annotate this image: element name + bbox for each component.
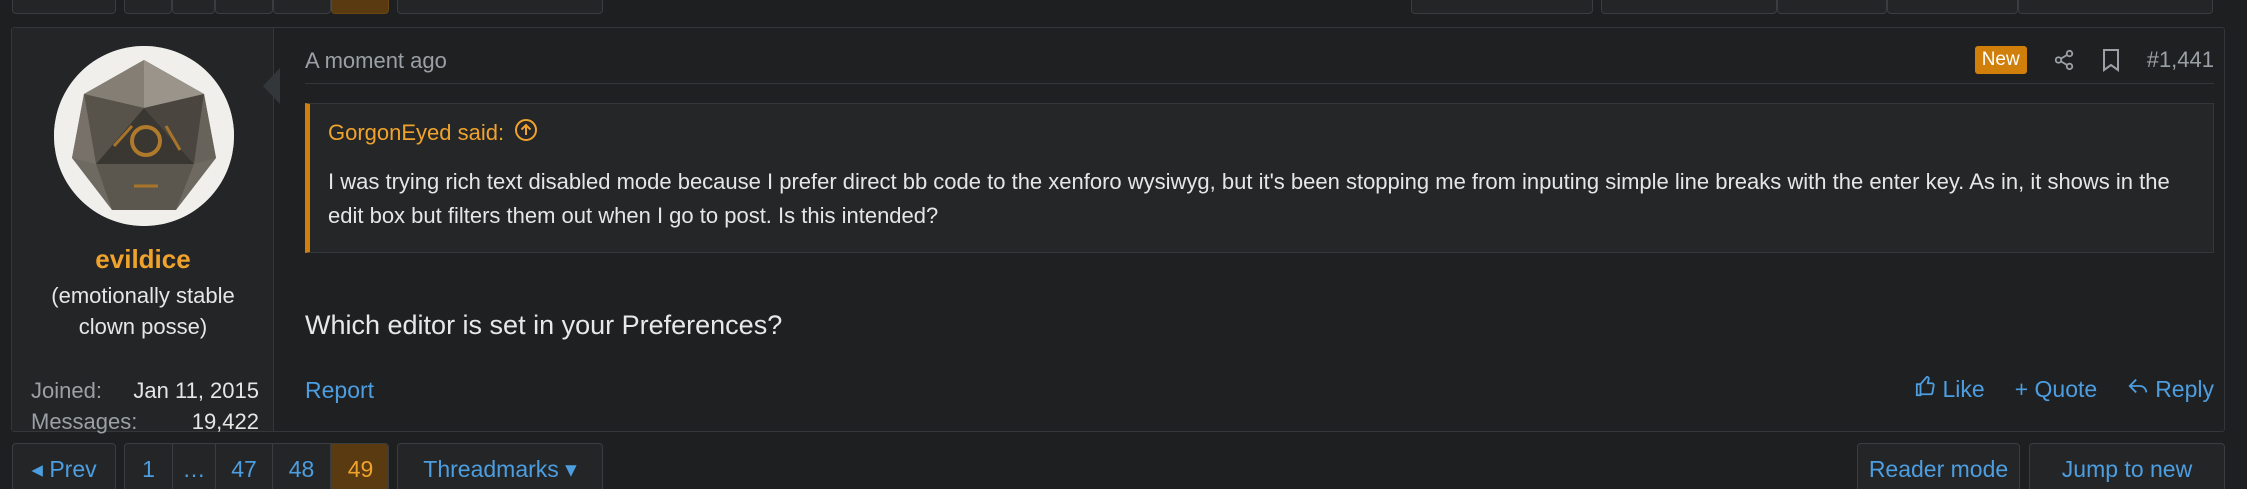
- top-toolbar-button-3[interactable]: [1777, 0, 1887, 14]
- report-link[interactable]: Report: [305, 377, 374, 404]
- top-threadmarks-button[interactable]: [397, 0, 603, 14]
- page-48[interactable]: 48: [273, 444, 330, 489]
- post-user-cell: evildice (emotionally stable clown posse…: [12, 28, 274, 434]
- page-47[interactable]: 47: [216, 444, 272, 489]
- top-toolbar-button-1[interactable]: [1411, 0, 1593, 14]
- top-prev-button[interactable]: [12, 0, 116, 14]
- quote-author[interactable]: GorgonEyed said:: [328, 120, 504, 146]
- top-pagenav-cropped: [0, 0, 2247, 16]
- messages-label: Messages:: [31, 409, 138, 434]
- post-header: A moment ago New #1,441: [305, 42, 2214, 84]
- prev-button[interactable]: ◂ Prev: [12, 443, 116, 489]
- bookmark-icon[interactable]: [2101, 48, 2121, 72]
- joined-label: Joined:: [31, 378, 102, 403]
- top-page-49[interactable]: [331, 0, 389, 14]
- top-page-47[interactable]: [215, 0, 273, 14]
- threadmarks-button[interactable]: Threadmarks ▾: [397, 443, 603, 489]
- caret-down-icon: ▾: [558, 456, 577, 482]
- jump-to-new-button[interactable]: Jump to new: [2029, 443, 2225, 489]
- post-date[interactable]: A moment ago: [305, 48, 447, 74]
- new-badge: New: [1974, 46, 2027, 74]
- messages-row: Messages: 19,422: [31, 409, 259, 435]
- like-label: Like: [1942, 375, 1985, 402]
- like-button[interactable]: Like: [1915, 375, 1985, 403]
- messages-value: 19,422: [191, 409, 259, 434]
- username[interactable]: evildice: [12, 244, 274, 275]
- post-message: Which editor is set in your Preferences?: [305, 310, 783, 340]
- quote-label: + Quote: [2014, 375, 2098, 402]
- post-header-actions: New #1,441: [1974, 42, 2214, 78]
- prev-button-content: ◂ Prev: [13, 444, 115, 489]
- caret-left-icon: ◂: [31, 456, 50, 482]
- page-1[interactable]: 1: [125, 444, 172, 489]
- share-icon[interactable]: [2053, 49, 2075, 71]
- thumbs-up-icon: [1915, 375, 1937, 403]
- top-toolbar-button-2[interactable]: [1601, 0, 1777, 14]
- page-49-current[interactable]: 49: [331, 444, 388, 489]
- reply-button[interactable]: Reply: [2127, 375, 2214, 403]
- d20-dice-avatar-image: [54, 46, 234, 226]
- top-page-1[interactable]: [124, 0, 172, 14]
- post-container: evildice (emotionally stable clown posse…: [11, 27, 2225, 434]
- user-title: (emotionally stable clown posse): [51, 283, 235, 339]
- top-toolbar-button-5[interactable]: [2018, 0, 2213, 14]
- post-number[interactable]: #1,441: [2147, 47, 2214, 73]
- post-main: A moment ago New #1,441 GorgonEyed said:…: [274, 28, 2224, 431]
- joined-value: Jan 11, 2015: [133, 378, 259, 403]
- prev-label: Prev: [49, 456, 97, 482]
- threadmarks-button-content: Threadmarks ▾: [398, 444, 602, 489]
- reader-mode-button[interactable]: Reader mode: [1857, 443, 2020, 489]
- page-list: 1 … 47 48 49: [124, 443, 389, 489]
- quote-button[interactable]: + Quote: [2015, 375, 2097, 403]
- page-ellipsis[interactable]: …: [173, 444, 215, 489]
- joined-row: Joined: Jan 11, 2015: [31, 378, 259, 404]
- threadmarks-label: Threadmarks: [423, 456, 559, 482]
- quote-text: I was trying rich text disabled mode bec…: [328, 169, 2170, 228]
- reply-icon: [2127, 375, 2149, 403]
- post-actions: Like + Quote Reply: [1915, 375, 2214, 403]
- go-to-quote-icon[interactable]: [514, 118, 538, 148]
- top-page-48[interactable]: [273, 0, 331, 14]
- quote-title[interactable]: GorgonEyed said:: [328, 118, 538, 148]
- reply-label: Reply: [2155, 375, 2214, 402]
- quote-block: GorgonEyed said: I was trying rich text …: [305, 103, 2214, 253]
- avatar[interactable]: [54, 46, 234, 226]
- top-page-ellipsis[interactable]: [172, 0, 215, 14]
- top-toolbar-button-4[interactable]: [1887, 0, 2018, 14]
